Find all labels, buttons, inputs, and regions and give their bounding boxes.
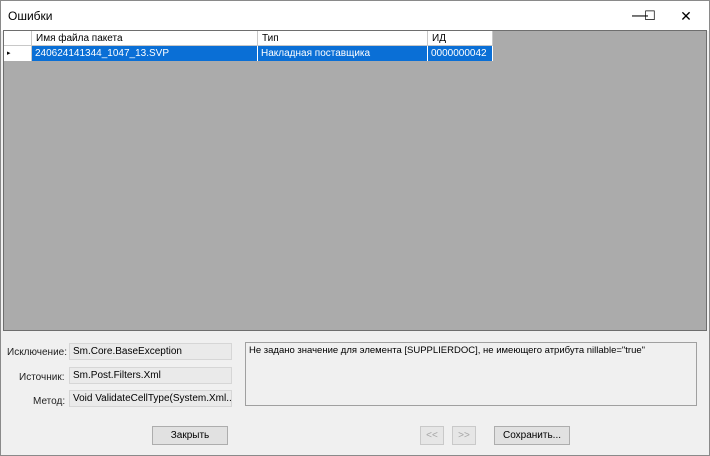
table-cell-id[interactable]: 0000000042 [428, 46, 493, 61]
prev-button[interactable]: << [420, 426, 444, 445]
row-selector-icon[interactable]: ▸ [4, 46, 32, 61]
title-bar: Ошибки — ☐ ✕ [1, 1, 709, 31]
exception-label: Исключение: [7, 347, 68, 358]
next-button[interactable]: >> [452, 426, 476, 445]
table-cell-type[interactable]: Накладная поставщика [258, 46, 428, 61]
close-icon[interactable]: ✕ [663, 1, 709, 31]
error-message-box[interactable]: Не задано значение для элемента [SUPPLIE… [245, 342, 697, 406]
method-label: Метод: [33, 396, 66, 407]
column-header-file[interactable]: Имя файла пакета [32, 31, 258, 46]
grid-corner-header [4, 31, 32, 46]
method-field[interactable]: Void ValidateCellType(System.Xml.... [69, 390, 232, 407]
errors-window: Ошибки — ☐ ✕ Имя файла пакета Тип ИД ▸ 2… [0, 0, 710, 456]
table-cell-file[interactable]: 240624141344_1047_13.SVP [32, 46, 258, 61]
source-field[interactable]: Sm.Post.Filters.Xml [69, 367, 232, 384]
close-button[interactable]: Закрыть [152, 426, 228, 445]
save-button[interactable]: Сохранить... [494, 426, 570, 445]
column-header-type[interactable]: Тип [258, 31, 428, 46]
window-title: Ошибки [8, 9, 53, 23]
source-label: Источник: [19, 372, 65, 383]
errors-grid[interactable]: Имя файла пакета Тип ИД ▸ 240624141344_1… [3, 30, 707, 331]
column-header-id[interactable]: ИД [428, 31, 493, 46]
exception-field[interactable]: Sm.Core.BaseException [69, 343, 232, 360]
